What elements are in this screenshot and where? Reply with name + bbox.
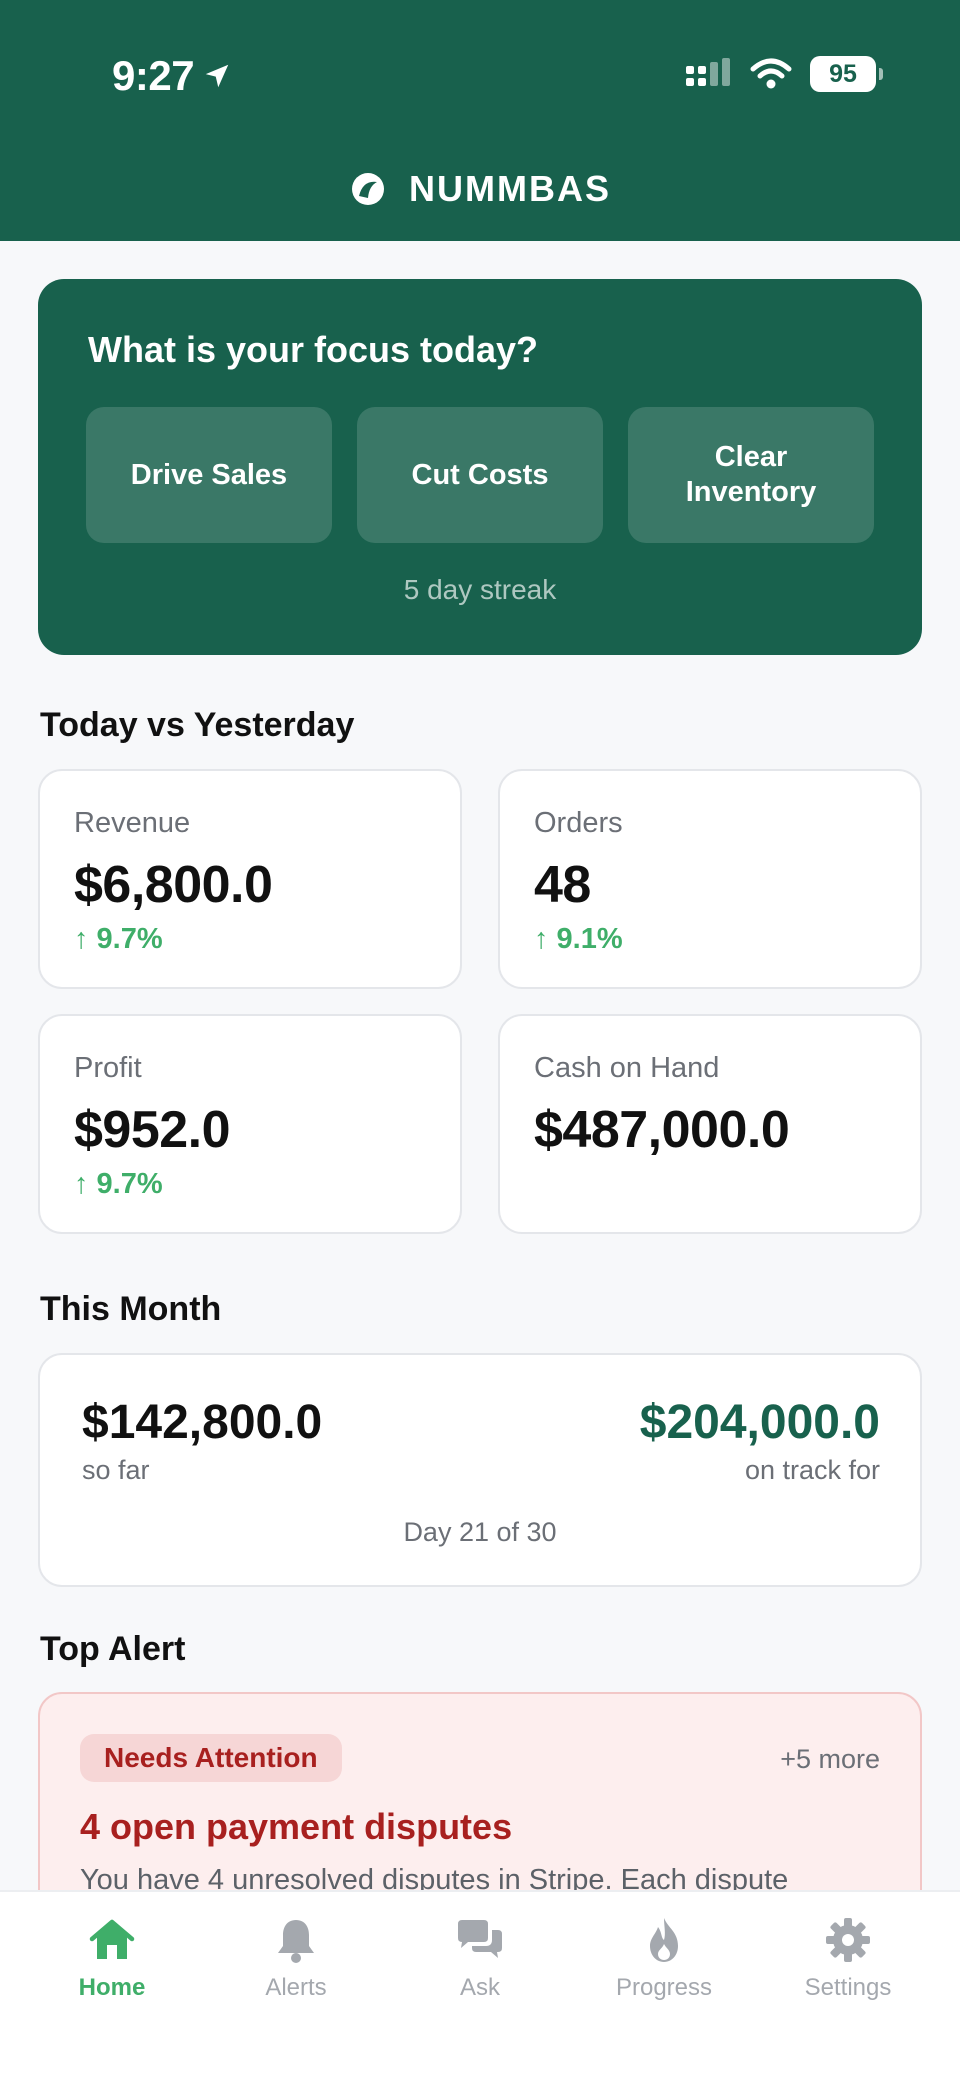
- tab-ask[interactable]: Ask: [390, 1892, 570, 2087]
- tab-settings[interactable]: Settings: [758, 1892, 938, 2087]
- status-indicators: 95: [684, 56, 883, 92]
- today-section-title: Today vs Yesterday: [40, 706, 355, 744]
- metric-label: Cash on Hand: [534, 1052, 720, 1084]
- metric-value: $952.0: [74, 1101, 231, 1159]
- home-icon: [89, 1919, 135, 1959]
- brand: NUMMBAS: [0, 168, 960, 210]
- metric-card-orders[interactable]: Orders 48 ↑ 9.1%: [498, 769, 922, 989]
- location-arrow-icon: [205, 64, 229, 88]
- month-so-far-label: so far: [82, 1455, 150, 1485]
- metric-value: $487,000.0: [534, 1101, 790, 1159]
- focus-title: What is your focus today?: [88, 329, 539, 370]
- month-so-far-value: $142,800.0: [82, 1396, 323, 1449]
- tab-alerts[interactable]: Alerts: [206, 1892, 386, 2087]
- metric-label: Profit: [74, 1052, 142, 1084]
- month-on-track-label: on track for: [744, 1455, 880, 1485]
- metric-change: ↑ 9.7%: [74, 1168, 163, 1200]
- alert-title: 4 open payment disputes: [80, 1806, 513, 1847]
- tab-label: Progress: [615, 1974, 713, 2001]
- metric-card-revenue[interactable]: Revenue $6,800.0 ↑ 9.7%: [38, 769, 462, 989]
- status-time-text: 9:27: [112, 52, 195, 99]
- focus-clear-inventory-button[interactable]: Clear Inventory: [628, 407, 874, 543]
- nummbas-logo-icon: [352, 173, 384, 205]
- month-on-track-value: $204,000.0: [639, 1396, 880, 1449]
- month-card[interactable]: $142,800.0 so far $204,000.0 on track fo…: [38, 1353, 922, 1587]
- status-time: 9:27: [112, 52, 232, 100]
- tab-label: Home: [78, 1974, 146, 2001]
- bell-icon: [278, 1920, 314, 1963]
- metric-card-cash-on-hand[interactable]: Cash on Hand $487,000.0: [498, 1014, 922, 1234]
- month-day-progress: Day 21 of 30: [403, 1517, 557, 1547]
- tab-progress[interactable]: Progress: [574, 1892, 754, 2087]
- alert-section-title: Top Alert: [40, 1630, 186, 1668]
- metric-label: Revenue: [74, 807, 191, 839]
- tab-label: Settings: [804, 1974, 892, 2001]
- wifi-icon: [750, 58, 792, 89]
- metric-value: $6,800.0: [74, 856, 273, 914]
- metric-value: 48: [534, 856, 591, 914]
- app-header: 9:27 95 NUMMBAS: [0, 0, 960, 241]
- battery-level: 95: [829, 59, 857, 88]
- cellular-signal-icon: [686, 58, 730, 86]
- flame-icon: [650, 1918, 678, 1962]
- focus-cut-costs-button[interactable]: Cut Costs: [357, 407, 603, 543]
- tab-label: Ask: [459, 1974, 500, 2001]
- month-section-title: This Month: [40, 1290, 222, 1328]
- metric-label: Orders: [534, 807, 623, 839]
- metric-change: ↑ 9.1%: [534, 923, 623, 955]
- streak-text: 5 day streak: [403, 574, 557, 605]
- tab-home[interactable]: Home: [22, 1892, 202, 2087]
- metric-change: ↑ 9.7%: [74, 923, 163, 955]
- focus-drive-sales-button[interactable]: Drive Sales: [86, 407, 332, 543]
- tab-label: Alerts: [265, 1974, 327, 2001]
- alert-severity-badge: Needs Attention: [80, 1734, 342, 1782]
- brand-name: NUMMBAS: [409, 168, 611, 209]
- alert-more-link[interactable]: +5 more: [780, 1744, 880, 1775]
- gear-icon: [826, 1918, 870, 1962]
- battery-indicator: 95: [810, 56, 883, 92]
- bottom-tab-bar: Home Alerts Ask Progress Settings: [0, 1890, 960, 2087]
- metric-card-profit[interactable]: Profit $952.0 ↑ 9.7%: [38, 1014, 462, 1234]
- chat-icon: [458, 1920, 502, 1958]
- focus-options: Drive Sales Cut Costs Clear Inventory: [86, 407, 874, 543]
